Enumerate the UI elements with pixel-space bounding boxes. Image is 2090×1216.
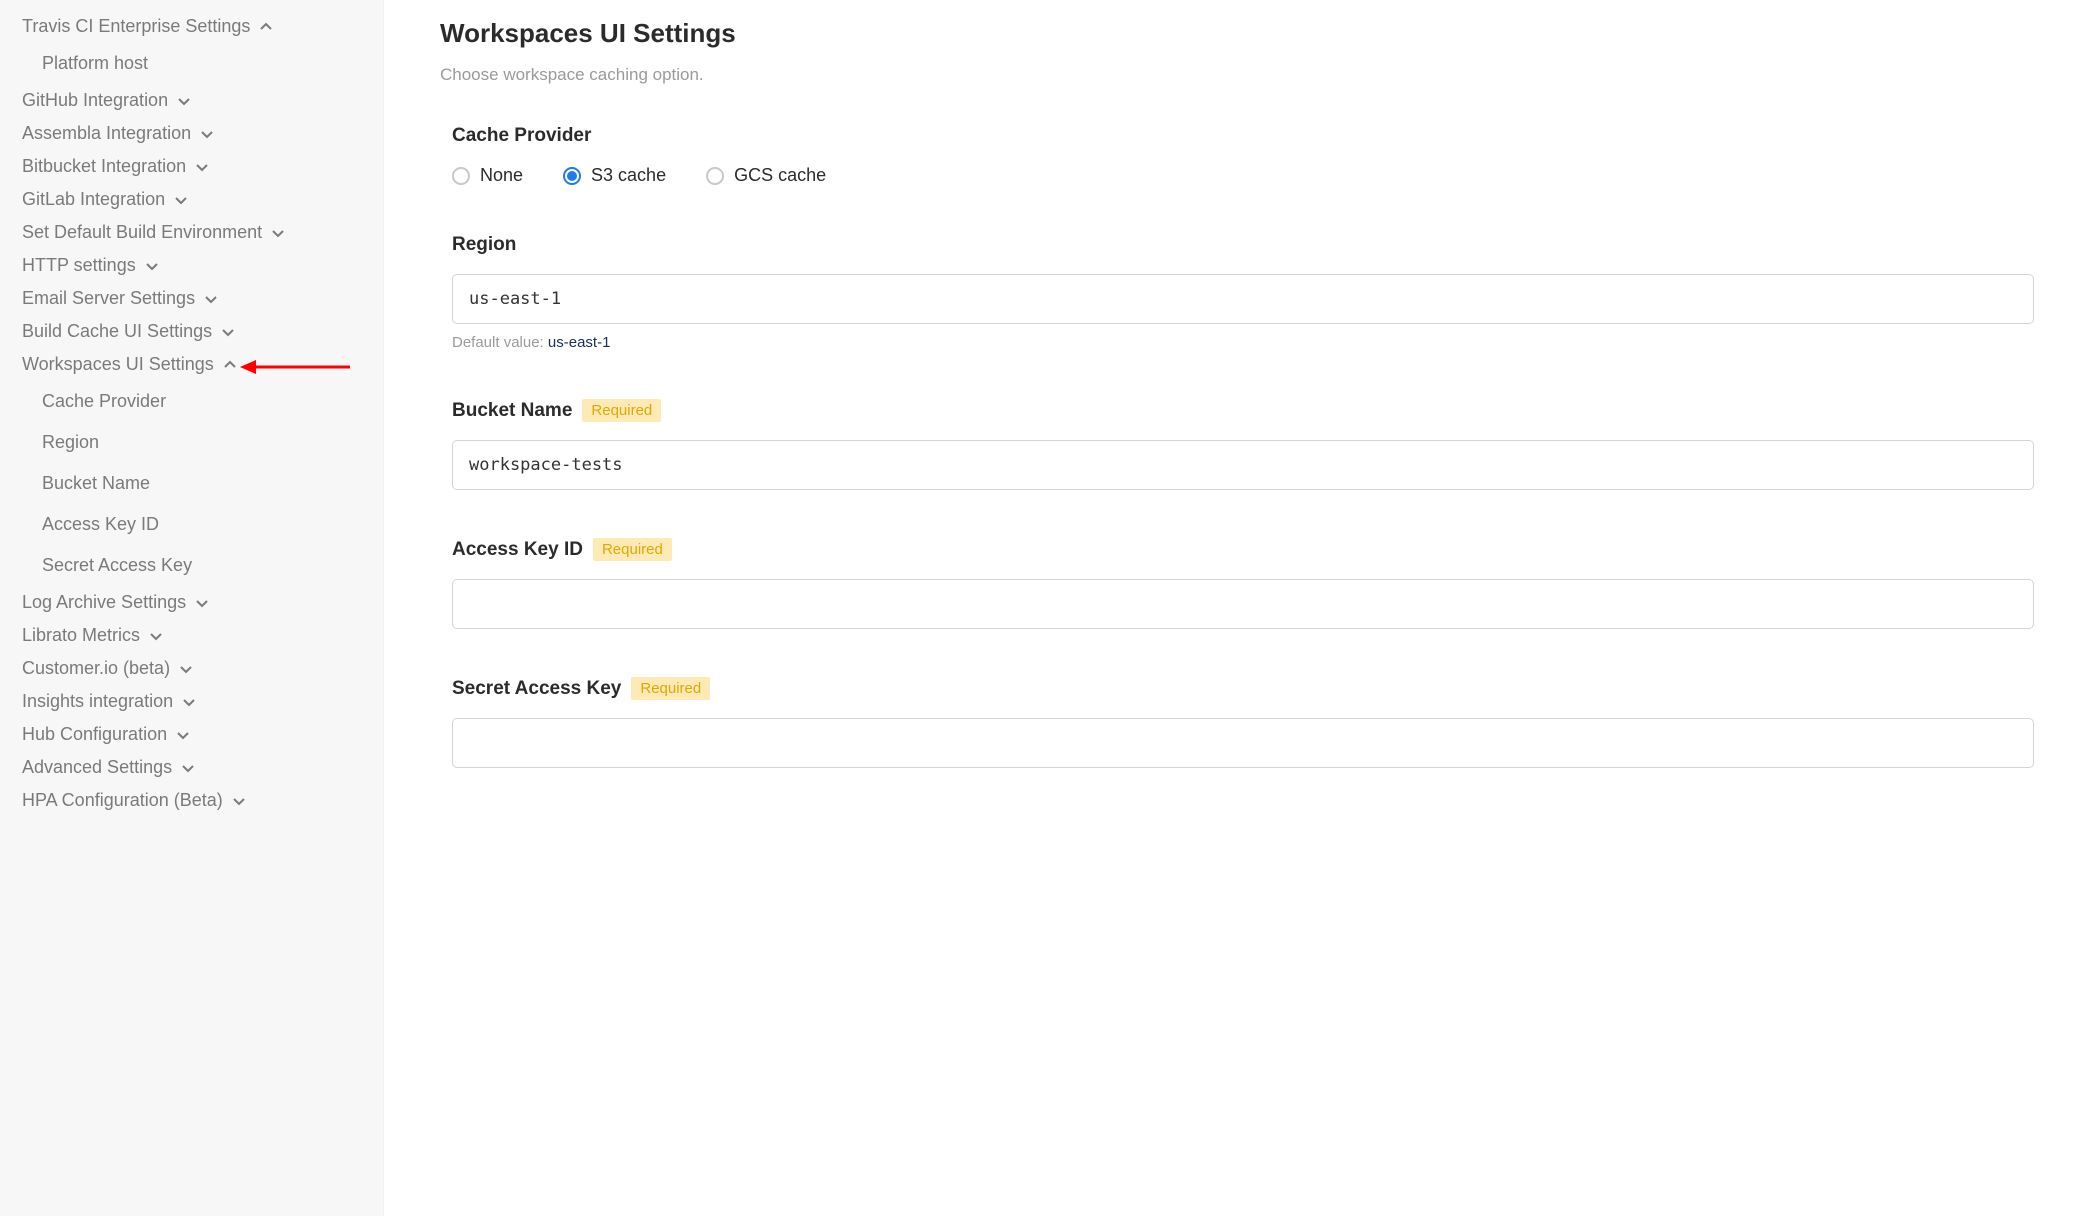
region-input[interactable] bbox=[452, 274, 2034, 324]
sidebar-item-hpa-configuration[interactable]: HPA Configuration (Beta) bbox=[22, 784, 383, 817]
sidebar-item-label: HTTP settings bbox=[22, 255, 136, 276]
region-label: Region bbox=[452, 234, 2034, 256]
sidebar-item-label: HPA Configuration (Beta) bbox=[22, 790, 223, 811]
sidebar-item-label: Build Cache UI Settings bbox=[22, 321, 212, 342]
sidebar-item-hub-configuration[interactable]: Hub Configuration bbox=[22, 718, 383, 751]
sidebar-item-label: Insights integration bbox=[22, 691, 173, 712]
sidebar-subitem-platform-host[interactable]: Platform host bbox=[22, 43, 383, 84]
sidebar-subitem-region[interactable]: Region bbox=[22, 422, 383, 463]
chevron-down-icon bbox=[194, 159, 210, 175]
chevron-up-icon bbox=[222, 357, 238, 373]
sidebar-item-set-default-build-environment[interactable]: Set Default Build Environment bbox=[22, 216, 383, 249]
sidebar-item-customer-io[interactable]: Customer.io (beta) bbox=[22, 652, 383, 685]
sidebar-item-github-integration[interactable]: GitHub Integration bbox=[22, 84, 383, 117]
radio-icon bbox=[563, 167, 581, 185]
sidebar-item-assembla-integration[interactable]: Assembla Integration bbox=[22, 117, 383, 150]
sidebar-item-email-server-settings[interactable]: Email Server Settings bbox=[22, 282, 383, 315]
sidebar-item-insights-integration[interactable]: Insights integration bbox=[22, 685, 383, 718]
sidebar-item-travis-ci-enterprise-settings[interactable]: Travis CI Enterprise Settings bbox=[22, 10, 383, 43]
chevron-up-icon bbox=[258, 19, 274, 35]
bucket-name-input[interactable] bbox=[452, 440, 2034, 490]
cache-provider-label: Cache Provider bbox=[452, 125, 2034, 147]
chevron-down-icon bbox=[173, 192, 189, 208]
field-region: Region Default value: us-east-1 bbox=[452, 234, 2034, 351]
sidebar-item-http-settings[interactable]: HTTP settings bbox=[22, 249, 383, 282]
hint-value: us-east-1 bbox=[548, 334, 611, 351]
required-badge: Required bbox=[631, 677, 710, 700]
sidebar-item-gitlab-integration[interactable]: GitLab Integration bbox=[22, 183, 383, 216]
sidebar-subitem-label: Cache Provider bbox=[42, 391, 166, 411]
required-badge: Required bbox=[593, 538, 672, 561]
chevron-down-icon bbox=[199, 126, 215, 142]
sidebar-item-workspaces-ui-settings[interactable]: Workspaces UI Settings bbox=[22, 348, 383, 381]
bucket-name-label: Bucket Name bbox=[452, 400, 572, 422]
page-title: Workspaces UI Settings bbox=[440, 18, 2034, 49]
sidebar-subitem-cache-provider[interactable]: Cache Provider bbox=[22, 381, 383, 422]
sidebar-item-label: Advanced Settings bbox=[22, 757, 172, 778]
chevron-down-icon bbox=[181, 694, 197, 710]
sidebar-item-librato-metrics[interactable]: Librato Metrics bbox=[22, 619, 383, 652]
sidebar-subitem-bucket-name[interactable]: Bucket Name bbox=[22, 463, 383, 504]
page-subtitle: Choose workspace caching option. bbox=[440, 65, 2034, 85]
secret-access-key-label: Secret Access Key bbox=[452, 678, 621, 700]
main-content: Workspaces UI Settings Choose workspace … bbox=[384, 0, 2090, 1216]
sidebar-subitem-secret-access-key[interactable]: Secret Access Key bbox=[22, 545, 383, 586]
radio-label: S3 cache bbox=[591, 165, 666, 186]
field-access-key-id: Access Key ID Required bbox=[452, 538, 2034, 629]
sidebar-item-label: Email Server Settings bbox=[22, 288, 195, 309]
sidebar-subitem-label: Bucket Name bbox=[42, 473, 150, 493]
sidebar-item-label: Log Archive Settings bbox=[22, 592, 186, 613]
secret-access-key-input[interactable] bbox=[452, 718, 2034, 768]
chevron-down-icon bbox=[203, 291, 219, 307]
radio-option-s3-cache[interactable]: S3 cache bbox=[563, 165, 666, 186]
sidebar-item-label: GitHub Integration bbox=[22, 90, 168, 111]
chevron-down-icon bbox=[148, 628, 164, 644]
chevron-down-icon bbox=[178, 661, 194, 677]
sidebar-item-label: Set Default Build Environment bbox=[22, 222, 262, 243]
field-cache-provider: Cache Provider None S3 cache GCS cache bbox=[452, 125, 2034, 186]
chevron-down-icon bbox=[175, 727, 191, 743]
chevron-down-icon bbox=[194, 595, 210, 611]
chevron-down-icon bbox=[231, 793, 247, 809]
chevron-down-icon bbox=[220, 324, 236, 340]
sidebar-item-label: GitLab Integration bbox=[22, 189, 165, 210]
sidebar-item-bitbucket-integration[interactable]: Bitbucket Integration bbox=[22, 150, 383, 183]
sidebar-item-label: Librato Metrics bbox=[22, 625, 140, 646]
sidebar-item-label: Customer.io (beta) bbox=[22, 658, 170, 679]
chevron-down-icon bbox=[180, 760, 196, 776]
sidebar-item-label: Assembla Integration bbox=[22, 123, 191, 144]
sidebar-subitem-access-key-id[interactable]: Access Key ID bbox=[22, 504, 383, 545]
sidebar-subitem-label: Platform host bbox=[42, 53, 148, 73]
access-key-id-label: Access Key ID bbox=[452, 539, 583, 561]
sidebar-item-label: Workspaces UI Settings bbox=[22, 354, 214, 375]
field-secret-access-key: Secret Access Key Required bbox=[452, 677, 2034, 768]
sidebar-item-label: Hub Configuration bbox=[22, 724, 167, 745]
sidebar-item-label: Bitbucket Integration bbox=[22, 156, 186, 177]
radio-label: None bbox=[480, 165, 523, 186]
sidebar-item-build-cache-ui-settings[interactable]: Build Cache UI Settings bbox=[22, 315, 383, 348]
radio-option-none[interactable]: None bbox=[452, 165, 523, 186]
sidebar-item-advanced-settings[interactable]: Advanced Settings bbox=[22, 751, 383, 784]
chevron-down-icon bbox=[270, 225, 286, 241]
required-badge: Required bbox=[582, 399, 661, 422]
radio-label: GCS cache bbox=[734, 165, 826, 186]
radio-icon bbox=[706, 167, 724, 185]
sidebar-subitem-label: Region bbox=[42, 432, 99, 452]
access-key-id-input[interactable] bbox=[452, 579, 2034, 629]
sidebar: Travis CI Enterprise Settings Platform h… bbox=[0, 0, 384, 1216]
radio-option-gcs-cache[interactable]: GCS cache bbox=[706, 165, 826, 186]
cache-provider-radio-group: None S3 cache GCS cache bbox=[452, 165, 2034, 186]
field-bucket-name: Bucket Name Required bbox=[452, 399, 2034, 490]
sidebar-subitem-label: Access Key ID bbox=[42, 514, 159, 534]
sidebar-item-log-archive-settings[interactable]: Log Archive Settings bbox=[22, 586, 383, 619]
chevron-down-icon bbox=[176, 93, 192, 109]
radio-icon bbox=[452, 167, 470, 185]
chevron-down-icon bbox=[144, 258, 160, 274]
sidebar-subitem-label: Secret Access Key bbox=[42, 555, 192, 575]
hint-prefix: Default value: bbox=[452, 334, 548, 351]
sidebar-item-label: Travis CI Enterprise Settings bbox=[22, 16, 250, 37]
region-hint: Default value: us-east-1 bbox=[452, 334, 2034, 351]
